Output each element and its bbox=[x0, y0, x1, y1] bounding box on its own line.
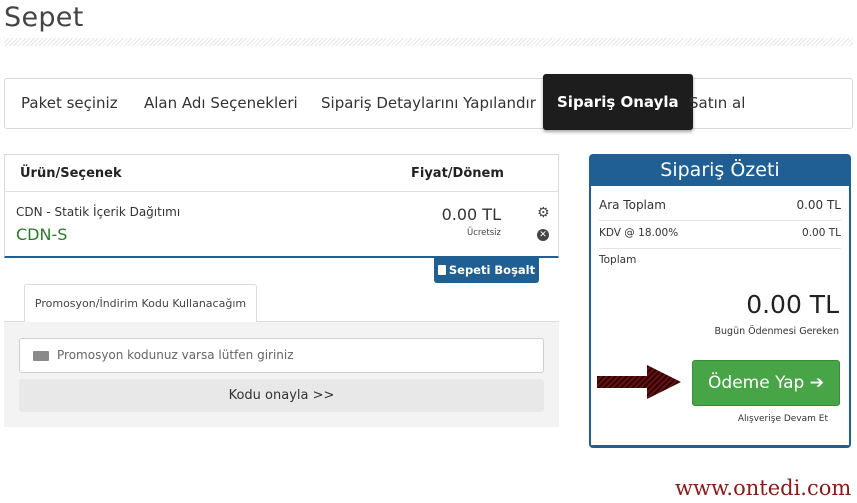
step-package[interactable]: Paket seçiniz bbox=[21, 79, 118, 128]
subtotal-row: Ara Toplam 0.00 TL bbox=[599, 198, 841, 212]
checkout-steps: Paket seçiniz Alan Adı Seçenekleri Sipar… bbox=[4, 74, 853, 130]
summary-title: Sipariş Özeti bbox=[660, 159, 780, 181]
subtotal-value: 0.00 TL bbox=[796, 198, 841, 212]
summary-divider bbox=[599, 248, 841, 249]
ticket-icon bbox=[33, 351, 49, 361]
step-checkout[interactable]: Satın al bbox=[689, 79, 745, 128]
tax-row: KDV @ 18.00% 0.00 TL bbox=[599, 227, 841, 239]
total-label: Toplam bbox=[599, 254, 637, 266]
continue-shopping-link[interactable]: Alışverişe Devam Et bbox=[692, 414, 828, 424]
summary-body: Ara Toplam 0.00 TL KDV @ 18.00% 0.00 TL … bbox=[591, 186, 849, 445]
title-divider bbox=[4, 38, 853, 46]
step-confirm-order[interactable]: Sipariş Onayla bbox=[543, 74, 693, 130]
cart-header: Ürün/Seçenek Fiyat/Dönem bbox=[5, 155, 558, 192]
pointer-arrow-icon bbox=[597, 365, 681, 399]
product-price: 0.00 TL bbox=[441, 205, 501, 224]
arrow-right-icon: ➔ bbox=[809, 373, 824, 393]
gear-icon[interactable]: ⚙ bbox=[537, 206, 550, 220]
apply-code-button[interactable]: Kodu onayla >> bbox=[19, 379, 544, 412]
price-column-header: Fiyat/Dönem bbox=[411, 166, 504, 181]
product-column-header: Ürün/Seçenek bbox=[20, 166, 122, 181]
due-today-label: Bugün Ödenmesi Gereken bbox=[714, 326, 840, 337]
watermark: www.ontedi.com bbox=[675, 476, 852, 500]
summary-divider bbox=[599, 220, 841, 221]
empty-cart-button[interactable]: Sepeti Boşalt bbox=[434, 258, 539, 283]
checkout-button[interactable]: Ödeme Yap ➔ bbox=[692, 360, 840, 406]
empty-cart-label: Sepeti Boşalt bbox=[448, 263, 536, 277]
trash-icon bbox=[437, 265, 446, 275]
promo-panel: Promosyon kodunuz varsa lütfen giriniz K… bbox=[4, 321, 559, 427]
promo-tab[interactable]: Promosyon/İndirim Kodu Kullanacağım bbox=[24, 284, 257, 322]
total-amount: 0.00 TL bbox=[746, 290, 839, 319]
product-option: CDN-S bbox=[16, 225, 68, 244]
promo-placeholder: Promosyon kodunuz varsa lütfen giriniz bbox=[57, 348, 294, 362]
price-note: Ücretsiz bbox=[466, 228, 501, 238]
tax-label: KDV @ 18.00% bbox=[599, 227, 679, 239]
order-summary: Sipariş Özeti Ara Toplam 0.00 TL KDV @ 1… bbox=[589, 154, 851, 448]
subtotal-label: Ara Toplam bbox=[599, 198, 666, 212]
product-name: CDN - Statik İçerik Dağıtımı bbox=[16, 205, 181, 219]
promo-code-input[interactable]: Promosyon kodunuz varsa lütfen giriniz bbox=[19, 338, 544, 373]
page-title: Sepet bbox=[4, 2, 84, 33]
step-configure[interactable]: Sipariş Detaylarını Yapılandır bbox=[321, 79, 536, 128]
checkout-label: Ödeme Yap bbox=[708, 373, 805, 393]
step-domain-options[interactable]: Alan Adı Seçenekleri bbox=[144, 79, 298, 128]
promo-section: Promosyon/İndirim Kodu Kullanacağım Prom… bbox=[4, 284, 559, 427]
close-circle-icon[interactable]: ✕ bbox=[537, 229, 549, 241]
cart-table: Ürün/Seçenek Fiyat/Dönem CDN - Statik İç… bbox=[4, 154, 559, 258]
tax-value: 0.00 TL bbox=[802, 227, 841, 239]
total-row: Toplam bbox=[599, 254, 841, 266]
